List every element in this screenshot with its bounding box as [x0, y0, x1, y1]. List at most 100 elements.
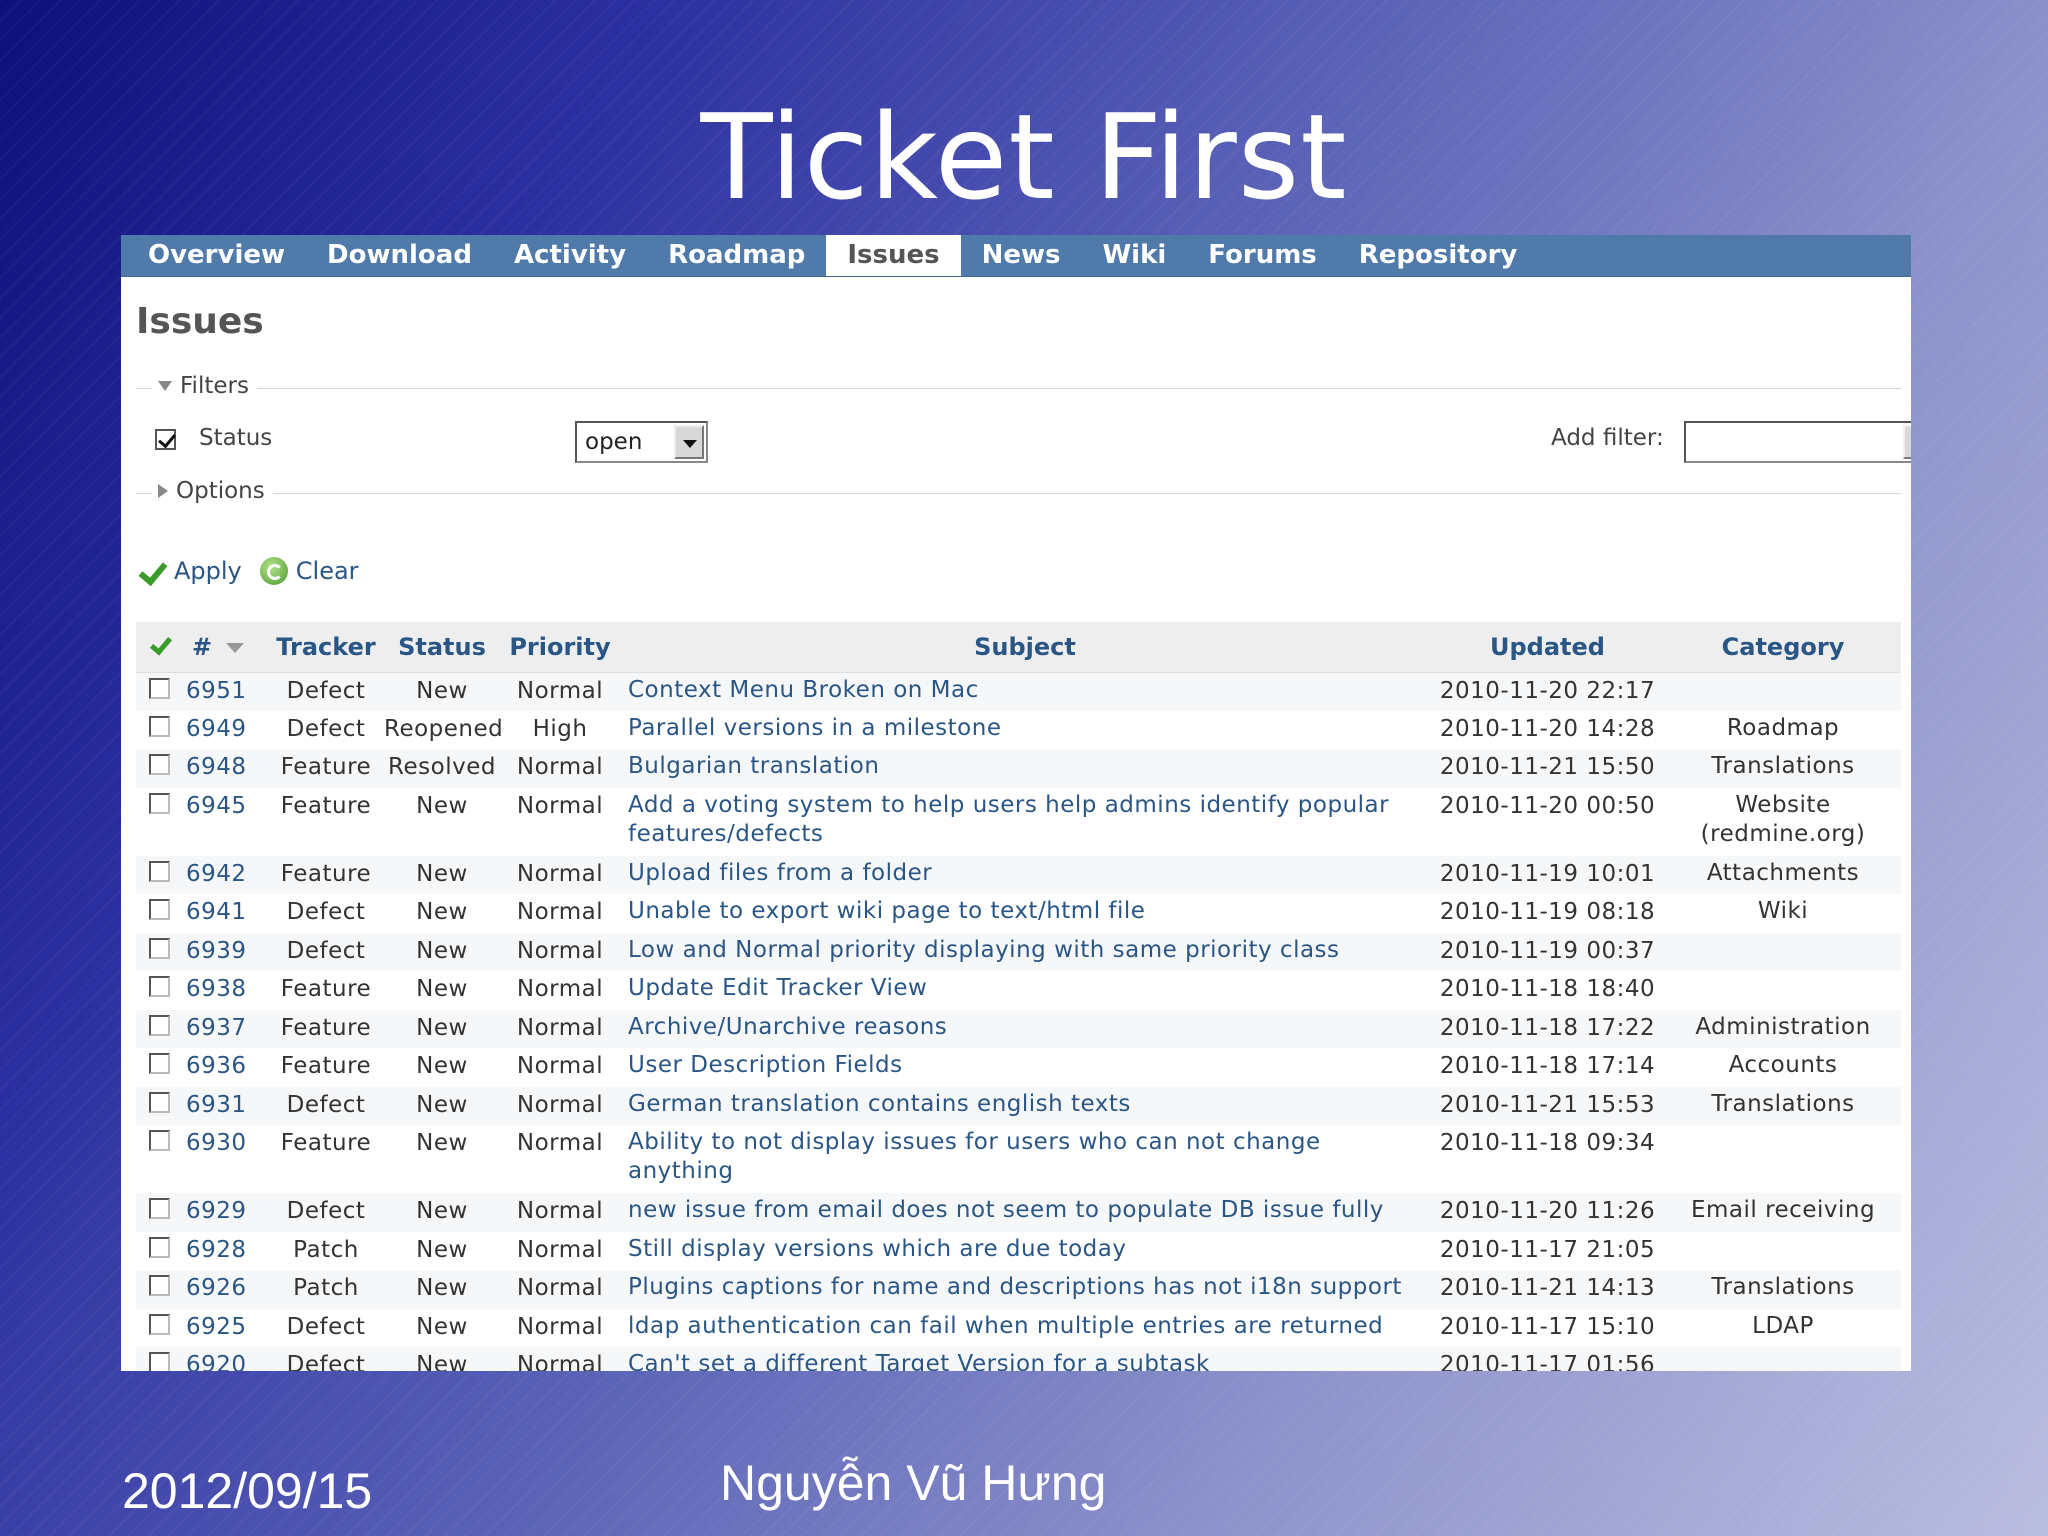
row-checkbox-input[interactable]	[148, 1236, 170, 1258]
table-row[interactable]: 6942 Feature New Normal Upload files from a …	[136, 855, 1901, 895]
issue-id-link[interactable]: 6926	[182, 1270, 268, 1309]
issue-subject-link[interactable]: German translation contains english text…	[620, 1087, 1430, 1126]
issue-id-link[interactable]: 6928	[182, 1232, 268, 1271]
toggle-all-checkbox[interactable]	[136, 622, 182, 673]
issue-subject-link[interactable]: Context Menu Broken on Mac	[620, 672, 1430, 711]
table-row[interactable]: 6931 Defect New Normal German translation co…	[136, 1086, 1901, 1126]
column-header-id[interactable]: #	[182, 622, 268, 673]
issue-subject-link[interactable]: Unable to export wiki page to text/html …	[620, 894, 1430, 933]
issue-subject-link[interactable]: new issue from email does not seem to po…	[620, 1193, 1430, 1232]
row-checkbox-input[interactable]	[148, 1053, 170, 1074]
table-row[interactable]: 6920 Defect New Normal Can't set a different…	[136, 1347, 1901, 1371]
issue-subject-link[interactable]: User Description Fields	[620, 1048, 1430, 1087]
issue-subject-link[interactable]: Ability to not display issues for users …	[620, 1125, 1430, 1193]
row-checkbox-input[interactable]	[148, 1198, 170, 1219]
row-checkbox-input[interactable]	[148, 1014, 170, 1036]
issue-id-link[interactable]: 6948	[182, 749, 268, 788]
table-row[interactable]: 6936 Feature New Normal User Description Fie…	[136, 1048, 1901, 1087]
row-checkbox-input[interactable]	[148, 754, 170, 775]
issue-subject-link[interactable]: Update Edit Tracker View	[620, 971, 1430, 1010]
table-row[interactable]: 6948 Feature Resolved Normal Bulgarian trans…	[136, 749, 1901, 788]
apply-link[interactable]: Apply	[174, 557, 242, 585]
clear-link[interactable]: Clear	[296, 557, 359, 585]
table-row[interactable]: 6938 Feature New Normal Update Edit Tracker …	[136, 971, 1901, 1010]
row-checkbox-input[interactable]	[148, 715, 170, 737]
table-row[interactable]: 6939 Defect New Normal Low and Normal priori…	[136, 932, 1901, 972]
column-header-subject[interactable]: Subject	[620, 622, 1430, 673]
add-filter-select[interactable]	[1684, 421, 1911, 463]
row-checkbox-input[interactable]	[148, 1313, 170, 1335]
options-toggle[interactable]: Options	[152, 478, 273, 504]
issue-subject-link[interactable]: Bulgarian translation	[620, 749, 1430, 788]
issue-id-link[interactable]: 6939	[182, 933, 268, 972]
issue-id-link[interactable]: 6930	[182, 1125, 268, 1193]
table-row[interactable]: 6929 Defect New Normal new issue from email …	[136, 1193, 1901, 1232]
issue-id-link[interactable]: 6942	[182, 856, 268, 895]
row-checkbox-input[interactable]	[148, 677, 170, 699]
tab-repository[interactable]: Repository	[1338, 235, 1539, 276]
filters-toggle[interactable]: Filters	[152, 373, 257, 399]
issue-subject-link[interactable]: Add a voting system to help users help a…	[620, 788, 1430, 856]
issue-id-link[interactable]: 6929	[182, 1193, 268, 1232]
row-checkbox-input[interactable]	[148, 976, 170, 997]
tab-download[interactable]: Download	[306, 235, 493, 276]
column-header-category[interactable]: Category	[1665, 622, 1901, 673]
tab-overview[interactable]: Overview	[127, 235, 306, 276]
issue-priority: Normal	[516, 1053, 604, 1079]
issue-status: New	[416, 899, 468, 925]
chevron-down-icon[interactable]	[674, 425, 704, 459]
row-checkbox-input[interactable]	[148, 792, 170, 814]
tab-news[interactable]: News	[961, 235, 1082, 276]
row-checkbox	[136, 971, 182, 1010]
row-checkbox-input[interactable]	[148, 937, 170, 959]
row-checkbox-input[interactable]	[148, 1275, 170, 1296]
issue-category: Translations	[1711, 1274, 1855, 1300]
issue-subject-link[interactable]: Still display versions which are due tod…	[620, 1232, 1430, 1271]
issue-id-link[interactable]: 6925	[182, 1309, 268, 1348]
column-header-status[interactable]: Status	[384, 622, 500, 673]
issue-subject-link[interactable]: Low and Normal priority displaying with …	[620, 933, 1430, 972]
table-row[interactable]: 6926 Patch New Normal Plugins captions for n…	[136, 1270, 1901, 1309]
row-checkbox-input[interactable]	[148, 1091, 170, 1113]
column-header-tracker[interactable]: Tracker	[268, 622, 384, 673]
issue-id-link[interactable]: 6938	[182, 971, 268, 1010]
issue-id-link[interactable]: 6937	[182, 1010, 268, 1049]
issue-subject-link[interactable]: Upload files from a folder	[620, 856, 1430, 895]
tab-roadmap[interactable]: Roadmap	[647, 235, 826, 276]
row-checkbox	[136, 1048, 182, 1087]
issue-subject-link[interactable]: Parallel versions in a milestone	[620, 711, 1430, 750]
table-row[interactable]: 6928 Patch New Normal Still display versions…	[136, 1231, 1901, 1271]
issue-id-link[interactable]: 6941	[182, 894, 268, 933]
issue-id-link[interactable]: 6945	[182, 788, 268, 856]
issue-subject-link[interactable]: Plugins captions for name and descriptio…	[620, 1270, 1430, 1309]
tab-forums[interactable]: Forums	[1187, 235, 1337, 276]
table-row[interactable]: 6930 Feature New Normal Ability to not displ…	[136, 1125, 1901, 1193]
tab-issues[interactable]: Issues	[826, 235, 961, 276]
issue-subject-link[interactable]: Archive/Unarchive reasons	[620, 1010, 1430, 1049]
table-row[interactable]: 6925 Defect New Normal ldap authentication c…	[136, 1308, 1901, 1348]
issue-id-link[interactable]: 6951	[182, 672, 268, 711]
issue-subject-link[interactable]: ldap authentication can fail when multip…	[620, 1309, 1430, 1348]
status-operator-select[interactable]: open	[575, 421, 708, 463]
row-checkbox-input[interactable]	[148, 860, 170, 882]
issue-id-link[interactable]: 6931	[182, 1087, 268, 1126]
row-checkbox-input[interactable]	[148, 1352, 170, 1371]
tab-wiki[interactable]: Wiki	[1082, 235, 1188, 276]
issue-tracker: Defect	[286, 1352, 366, 1371]
table-row[interactable]: 6949 Defect Reopened High Parallel versions …	[136, 710, 1901, 750]
table-row[interactable]: 6951 Defect New Normal Context Menu Broken o…	[136, 672, 1901, 711]
column-header-priority[interactable]: Priority	[500, 622, 620, 673]
chevron-down-icon[interactable]	[1903, 425, 1911, 459]
issue-subject-link[interactable]: Can't set a different Target Version for…	[620, 1347, 1430, 1371]
row-checkbox-input[interactable]	[148, 1130, 170, 1151]
row-checkbox-input[interactable]	[148, 899, 170, 920]
table-row[interactable]: 6937 Feature New Normal Archive/Unarchive re…	[136, 1009, 1901, 1049]
issue-id-link[interactable]: 6936	[182, 1048, 268, 1087]
issue-id-link[interactable]: 6949	[182, 711, 268, 750]
table-row[interactable]: 6945 Feature New Normal Add a voting system …	[136, 787, 1901, 856]
column-header-updated[interactable]: Updated	[1430, 622, 1665, 673]
status-filter-checkbox[interactable]	[155, 429, 176, 450]
issue-id-link[interactable]: 6920	[182, 1347, 268, 1371]
table-row[interactable]: 6941 Defect New Normal Unable to export wiki…	[136, 894, 1901, 933]
tab-activity[interactable]: Activity	[493, 235, 647, 276]
